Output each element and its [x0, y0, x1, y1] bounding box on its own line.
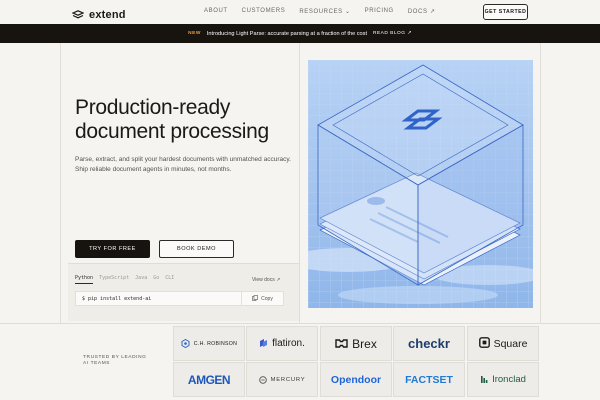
amgen-wordmark: AMGEN — [187, 372, 231, 387]
copy-icon — [252, 294, 258, 303]
install-command: $ pip install extend-ai — [82, 296, 152, 302]
ironclad-icon — [480, 371, 488, 389]
nav-link-docs[interactable]: DOCS ↗ — [408, 8, 436, 15]
tab-typescript[interactable]: TypeScript — [99, 275, 129, 284]
nav-link-pricing[interactable]: PRICING — [365, 8, 394, 15]
announcement-text: Introducing Light Parse: accurate parsin… — [206, 30, 367, 37]
brex-wordmark: Brex — [352, 336, 377, 351]
factset-wordmark: FACTSET — [405, 373, 453, 386]
try-for-free-button[interactable]: TRY FOR FREE — [75, 240, 150, 258]
mercury-icon — [258, 371, 267, 389]
square-wordmark: Square — [493, 337, 528, 350]
read-blog-link[interactable]: READ BLOG ↗ — [373, 31, 412, 36]
hero-title: Production-ready document processing — [75, 96, 269, 143]
language-tabs: Python TypeScript Java Go CLI — [75, 275, 174, 284]
top-nav: extend ABOUT CUSTOMERS RESOURCES ⌄ PRICI… — [0, 0, 600, 24]
tab-java[interactable]: Java — [135, 275, 147, 284]
grid-divider — [60, 43, 61, 323]
view-docs-link[interactable]: View docs ↗ — [252, 277, 280, 283]
logo-mercury: MERCURY — [246, 362, 318, 397]
nav-link-resources[interactable]: RESOURCES ⌄ — [299, 8, 350, 15]
logo-amgen: AMGEN — [173, 362, 245, 397]
announcement-bar: NEW Introducing Light Parse: accurate pa… — [0, 24, 600, 43]
logo-brex: Brex — [320, 326, 392, 361]
ch-robinson-icon — [181, 335, 190, 353]
nav-link-about[interactable]: ABOUT — [204, 8, 228, 15]
logo-flatiron: flatiron. — [246, 326, 318, 361]
section-divider — [0, 323, 600, 324]
trusted-by-label: TRUSTED BY LEADING AI TEAMS — [83, 355, 147, 366]
logo-ch-robinson: C.H. ROBINSON — [173, 326, 245, 361]
logo-opendoor: Opendoor — [320, 362, 392, 397]
install-command-box: $ pip install extend-ai Copy — [75, 291, 284, 306]
brex-icon — [335, 335, 348, 353]
hero-illustration — [288, 60, 543, 308]
ch-robinson-wordmark: C.H. ROBINSON — [193, 340, 238, 347]
opendoor-wordmark: Opendoor — [330, 373, 382, 386]
get-started-button[interactable]: GET STARTED — [483, 4, 528, 20]
hero-subtitle: Parse, extract, and split your hardest d… — [75, 156, 291, 173]
logo-checkr: checkr — [393, 326, 465, 361]
copy-label: Copy — [261, 295, 273, 302]
flatiron-wordmark: flatiron. — [272, 338, 305, 349]
tab-go[interactable]: Go — [153, 275, 159, 284]
brand-name: extend — [89, 9, 126, 21]
tab-python[interactable]: Python — [75, 275, 94, 284]
flatiron-icon — [259, 335, 268, 353]
logo-ironclad: Ironclad — [467, 362, 539, 397]
extend-logo-icon — [71, 6, 85, 24]
square-icon — [478, 335, 490, 353]
logo-factset: FACTSET — [393, 362, 465, 397]
brand-logo[interactable]: extend — [71, 6, 126, 24]
install-panel: Python TypeScript Java Go CLI View docs … — [68, 263, 299, 321]
nav-link-customers[interactable]: CUSTOMERS — [242, 8, 286, 15]
tab-cli[interactable]: CLI — [165, 275, 174, 284]
nav-links: ABOUT CUSTOMERS RESOURCES ⌄ PRICING DOCS… — [204, 8, 449, 15]
checkr-wordmark: checkr — [408, 336, 450, 351]
copy-button[interactable]: Copy — [241, 292, 283, 305]
grid-divider — [299, 43, 300, 323]
ironclad-wordmark: Ironclad — [492, 374, 526, 385]
mercury-wordmark: MERCURY — [270, 376, 306, 383]
logo-square: Square — [467, 326, 539, 361]
grid-divider — [540, 43, 541, 323]
book-demo-button[interactable]: BOOK DEMO — [159, 240, 234, 258]
new-badge: NEW — [188, 31, 201, 36]
